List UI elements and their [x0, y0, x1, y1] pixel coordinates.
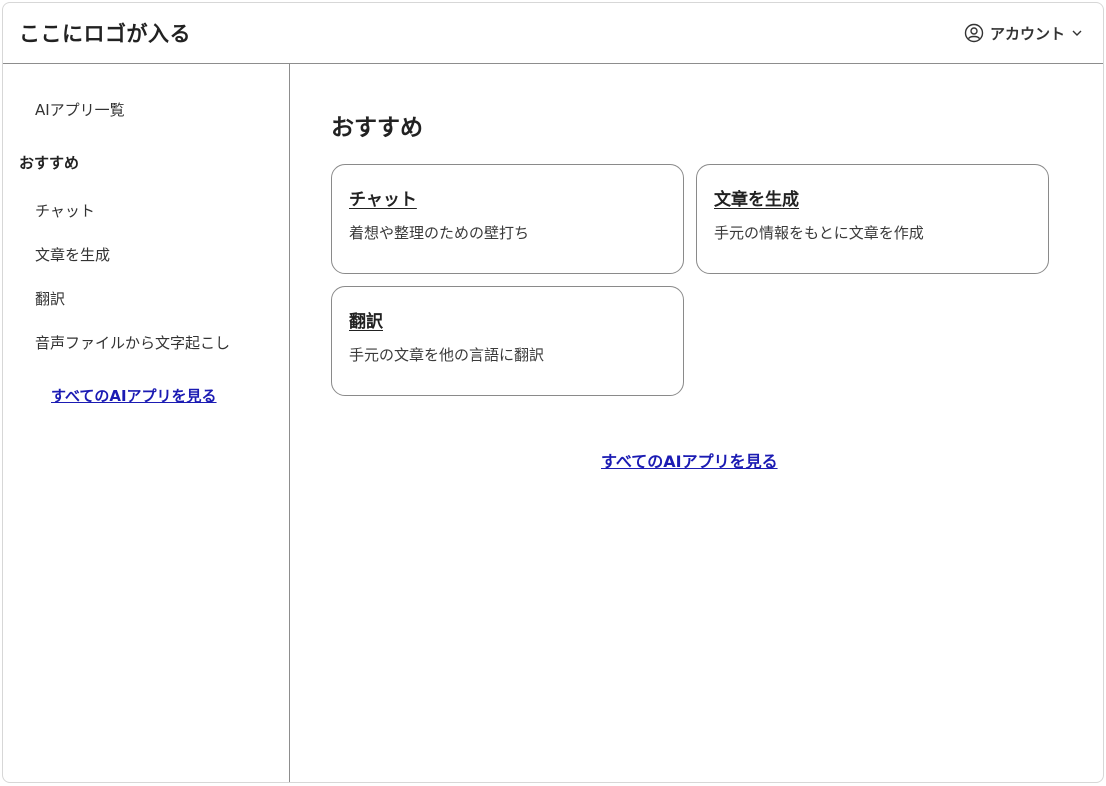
- main-content: おすすめ チャット 着想や整理のための壁打ち 文章を生成 手元の情報をもとに文章…: [291, 64, 1103, 782]
- card-description: 手元の文章を他の言語に翻訳: [349, 346, 545, 364]
- card-chat[interactable]: チャット 着想や整理のための壁打ち: [331, 164, 684, 274]
- sidebar-item-generate-text[interactable]: 文章を生成: [35, 244, 110, 265]
- chevron-down-icon: [1071, 27, 1083, 39]
- card-title[interactable]: 文章を生成: [714, 185, 799, 210]
- card-description: 手元の情報をもとに文章を作成: [714, 224, 924, 242]
- top-header: ここにロゴが入る アカウント: [3, 3, 1103, 64]
- sidebar-all-apps-link[interactable]: すべてのAIアプリを見る: [51, 385, 217, 406]
- account-menu-button[interactable]: アカウント: [964, 23, 1083, 44]
- account-label: アカウント: [989, 24, 1065, 43]
- sidebar-section-heading: おすすめ: [19, 154, 80, 172]
- card-translate[interactable]: 翻訳 手元の文章を他の言語に翻訳: [331, 286, 684, 396]
- sidebar-app-list-link[interactable]: AIアプリ一覧: [35, 99, 125, 120]
- card-title[interactable]: 翻訳: [349, 307, 383, 332]
- sidebar-item-transcribe[interactable]: 音声ファイルから文字起こし: [35, 332, 230, 353]
- logo[interactable]: ここにロゴが入る: [19, 18, 191, 48]
- sidebar-item-chat[interactable]: チャット: [35, 200, 95, 221]
- user-circle-icon: [964, 23, 984, 43]
- sidebar: AIアプリ一覧 おすすめ チャット 文章を生成 翻訳 音声ファイルから文字起こし…: [3, 64, 290, 782]
- card-generate-text[interactable]: 文章を生成 手元の情報をもとに文章を作成: [696, 164, 1049, 274]
- app-window: ここにロゴが入る アカウント AIアプリ一覧 おすすめ チャット 文章を生成 翻…: [2, 2, 1104, 783]
- card-title[interactable]: チャット: [349, 185, 417, 210]
- main-all-apps-link[interactable]: すべてのAIアプリを見る: [601, 448, 778, 472]
- sidebar-item-translate[interactable]: 翻訳: [35, 288, 65, 309]
- page-title: おすすめ: [331, 115, 423, 141]
- card-description: 着想や整理のための壁打ち: [349, 224, 530, 242]
